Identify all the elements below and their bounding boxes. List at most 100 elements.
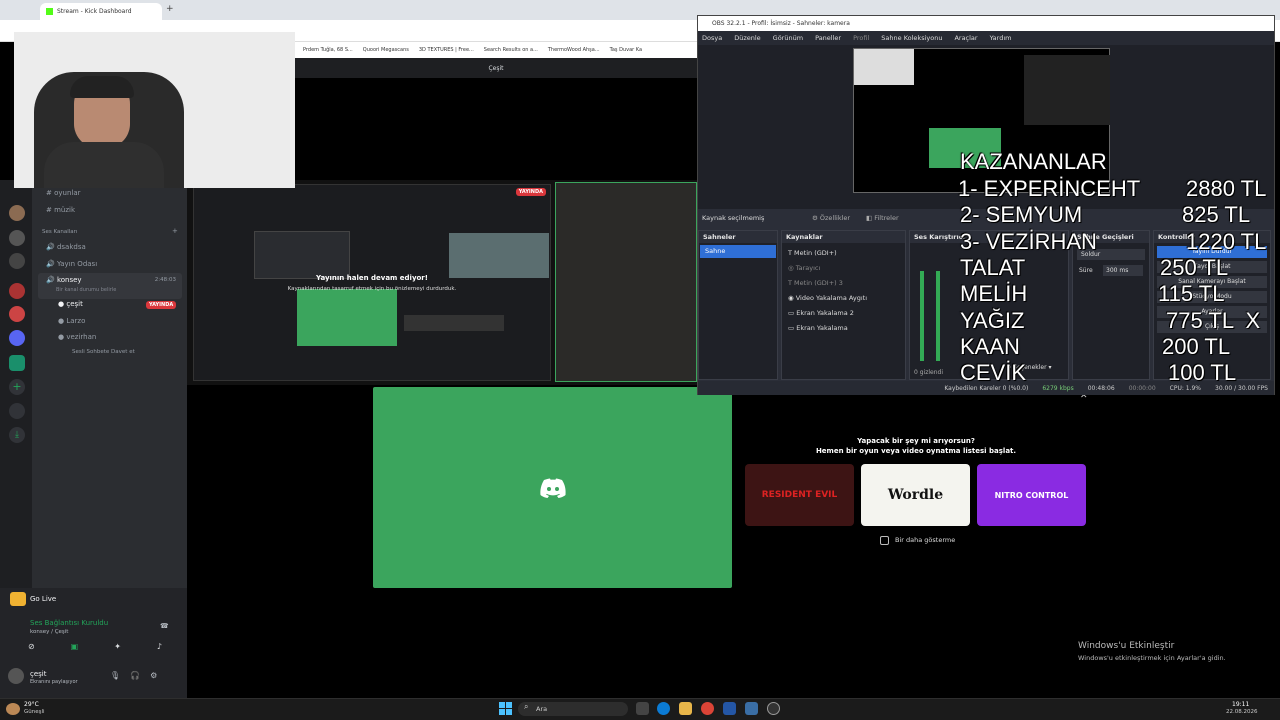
- stream-tile[interactable]: Yayının halen devam ediyor! Kaynaklarınd…: [193, 184, 551, 381]
- voice-actions: ⊘ ▣ ✦ ♪: [10, 642, 180, 658]
- settings-gear-icon[interactable]: ⚙: [150, 671, 157, 680]
- date[interactable]: 22.08.2026: [1226, 709, 1258, 715]
- voice-section-header[interactable]: Ses Kanalları: [42, 229, 77, 235]
- properties-button[interactable]: ⚙ Özellikler: [812, 214, 850, 222]
- activity-question: Yapacak bir şey mi arıyorsun?: [857, 437, 975, 445]
- camera-tile[interactable]: [373, 387, 732, 588]
- source-item[interactable]: ▭ Ekran Yakalama 2: [788, 309, 854, 317]
- source-item[interactable]: T Metin (GDI+): [788, 249, 837, 257]
- new-tab-icon[interactable]: +: [166, 4, 174, 14]
- taskbar-search[interactable]: Ara: [518, 702, 628, 716]
- overlay-name: KAAN: [960, 334, 1020, 359]
- second-tile[interactable]: [555, 182, 697, 382]
- voice-user[interactable]: ● vezirhan: [58, 333, 96, 341]
- source-item[interactable]: ◎ Tarayıcı: [788, 264, 820, 272]
- overlay-amount: 825 TL: [1182, 202, 1251, 227]
- headphones-icon[interactable]: 🎧: [130, 671, 140, 680]
- task-view-icon[interactable]: [636, 702, 649, 715]
- overlay-amount: 100 TL: [1168, 360, 1237, 385]
- bookmark[interactable]: Taş Duvar Ka: [610, 47, 642, 53]
- voice-channel-active[interactable]: 🔊 konsey 2:48:03 Bir kanal durumu belirl…: [38, 273, 182, 299]
- source-item[interactable]: ▭ Ekran Yakalama: [788, 324, 848, 332]
- explore-icon[interactable]: [9, 403, 25, 419]
- channel-status[interactable]: Bir kanal durumu belirle: [56, 287, 116, 293]
- mic-icon[interactable]: 🎙: [110, 671, 120, 680]
- overlay-amount: 775 TL X: [1166, 308, 1261, 333]
- invite-link[interactable]: Sesli Sohbete Davet et: [72, 349, 135, 355]
- download-icon[interactable]: ⤓: [9, 427, 25, 443]
- activity-card[interactable]: NITRO CONTROL: [977, 464, 1086, 526]
- disconnect-icon[interactable]: ☎: [160, 622, 169, 630]
- discord-logo-icon: [539, 478, 566, 498]
- server-icon[interactable]: [9, 306, 25, 322]
- bookmark[interactable]: Quoori Megascans: [363, 47, 409, 53]
- add-channel-icon[interactable]: +: [172, 227, 178, 235]
- soundboard-icon[interactable]: ♪: [157, 642, 162, 658]
- voice-channel[interactable]: 🔊 dsakdsa: [46, 243, 86, 251]
- go-live-label[interactable]: Go Live: [30, 595, 56, 603]
- weather-temp[interactable]: 29°C: [24, 701, 39, 708]
- obs-icon[interactable]: [767, 702, 780, 715]
- menu-item[interactable]: Araçlar: [954, 34, 977, 42]
- filters-button[interactable]: ◧ Filtreler: [866, 214, 899, 222]
- clock[interactable]: 19:11: [1232, 701, 1249, 708]
- add-server-icon[interactable]: +: [9, 379, 25, 395]
- scene-item[interactable]: Sahne: [700, 245, 776, 258]
- stream-paused-title: Yayının halen devam ediyor!: [316, 274, 428, 282]
- server-icon[interactable]: [9, 230, 25, 246]
- browser-tab[interactable]: Stream - Kick Dashboard: [40, 3, 162, 20]
- voice-channel[interactable]: 🔊 Yayın Odası: [46, 260, 97, 268]
- screen-share-icon[interactable]: ▣: [71, 642, 79, 658]
- voice-location[interactable]: konsey / Çeşit: [30, 629, 68, 635]
- voice-user[interactable]: ● Larzo: [58, 317, 85, 325]
- explorer-icon[interactable]: [679, 702, 692, 715]
- edge-icon[interactable]: [657, 702, 670, 715]
- text-channel[interactable]: # oyunlar: [46, 189, 81, 197]
- bookmark[interactable]: Prdem Tuğla, 68 S...: [303, 47, 353, 53]
- weather-icon[interactable]: [6, 703, 20, 715]
- activity-card[interactable]: RESIDENT EVIL: [745, 464, 854, 526]
- text-channel[interactable]: # müzik: [46, 206, 75, 214]
- overlay-name: CEVİK: [960, 360, 1027, 385]
- weather-text[interactable]: Güneşli: [24, 709, 45, 715]
- overlay-amount: 250 TL: [1160, 255, 1229, 280]
- start-icon[interactable]: [499, 702, 512, 715]
- voice-user[interactable]: ● çeşit: [58, 300, 83, 308]
- menu-item[interactable]: Düzenle: [734, 34, 760, 42]
- server-icon[interactable]: [9, 283, 25, 299]
- menu-item[interactable]: Sahne Koleksiyonu: [881, 34, 942, 42]
- dock-header: Sahneler: [699, 231, 777, 243]
- video-icon[interactable]: ⊘: [28, 642, 35, 658]
- source-item[interactable]: T Metin (GDI+) 3: [788, 279, 843, 287]
- menu-item[interactable]: Profil: [853, 34, 869, 42]
- source-item[interactable]: ◉ Video Yakalama Aygıtı: [788, 294, 867, 302]
- overlay-amount: 1220 TL: [1186, 229, 1267, 254]
- server-icon[interactable]: [9, 253, 25, 269]
- avatar[interactable]: [8, 668, 24, 684]
- stream-time: 00:48:06: [1087, 384, 1115, 392]
- kick-icon: [46, 8, 53, 15]
- menu-item[interactable]: Paneller: [815, 34, 841, 42]
- activity-card[interactable]: Wordle: [861, 464, 970, 526]
- no-source-label: Kaynak seçilmemiş: [702, 214, 765, 222]
- menu-item[interactable]: Dosya: [702, 34, 722, 42]
- bookmark[interactable]: Search Results on a...: [484, 47, 538, 53]
- overlay-amount: 2880 TL: [1186, 176, 1267, 201]
- bookmark[interactable]: ThermoWood Ahşa...: [548, 47, 600, 53]
- voice-panel: Go Live Ses Bağlantısı Kuruldu konsey / …: [0, 588, 187, 698]
- menu-item[interactable]: Yardım: [990, 34, 1012, 42]
- sources-dock: Kaynaklar T Metin (GDI+) ◎ Tarayıcı T Me…: [781, 230, 906, 380]
- dont-show-checkbox[interactable]: [880, 536, 889, 545]
- activity-icon[interactable]: ✦: [114, 642, 121, 658]
- server-icon[interactable]: [9, 330, 25, 346]
- server-icon[interactable]: [9, 205, 25, 221]
- chrome-icon[interactable]: [701, 702, 714, 715]
- server-icon[interactable]: [9, 355, 25, 371]
- activity-subtitle: Hemen bir oyun veya video oynatma listes…: [815, 447, 1017, 455]
- photoshop-icon[interactable]: [723, 702, 736, 715]
- menu-item[interactable]: Görünüm: [773, 34, 803, 42]
- app-icon[interactable]: [745, 702, 758, 715]
- duration-input[interactable]: 300 ms: [1103, 265, 1143, 276]
- bookmark[interactable]: 3D TEXTURES | Free...: [419, 47, 474, 53]
- stream-thumb-green: [297, 289, 397, 346]
